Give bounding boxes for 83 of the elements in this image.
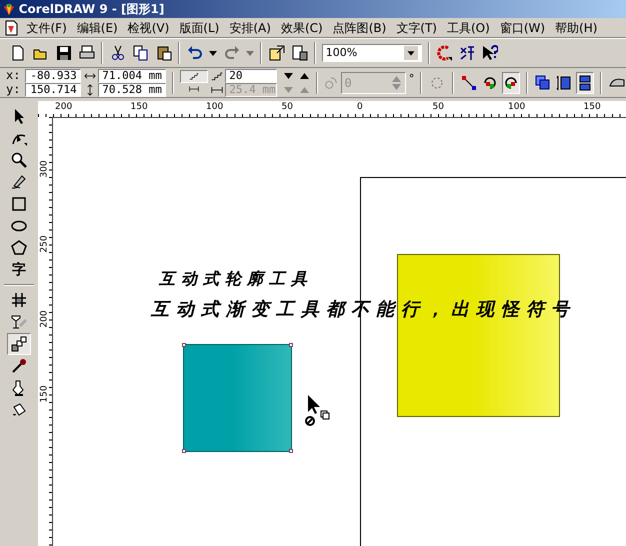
caret-icon [209, 50, 217, 56]
import-icon [268, 45, 284, 61]
steps-mode-button[interactable] [180, 70, 208, 82]
ruler-label: 50 [282, 102, 293, 112]
whats-this-help-icon [482, 45, 498, 61]
balloon-logo-icon [2, 2, 16, 16]
export-icon [292, 45, 308, 61]
menu-item[interactable]: 编辑(E) [72, 18, 123, 36]
spin-up-icon[interactable] [299, 72, 310, 80]
copy-icon [132, 45, 148, 61]
scissors-icon [110, 45, 126, 61]
selection-handle[interactable] [182, 343, 186, 347]
menu-item[interactable]: 安排(A) [224, 18, 276, 36]
ruler-label: 0 [357, 102, 363, 112]
x-coordinate-field[interactable]: -80.933 [24, 68, 81, 82]
rectangle-icon [11, 196, 27, 212]
zoom-value: 100% [326, 47, 358, 59]
blend-tool-button[interactable] [7, 333, 31, 355]
coordinate-label: y: [6, 83, 22, 96]
ruler-label: 100 [508, 102, 526, 112]
loop-icon [428, 74, 445, 90]
menu-item[interactable]: 帮助(H) [550, 18, 602, 36]
canvas-text: 互动式轮廓工具 [159, 268, 313, 290]
menu-item[interactable]: 检视(V) [122, 18, 174, 36]
selection-handle[interactable] [182, 449, 186, 453]
counterclockwise-blend-icon [502, 74, 519, 90]
clipboard-icon [156, 45, 172, 61]
selection-handle[interactable] [289, 449, 293, 453]
ruler-label: 300 [40, 160, 50, 178]
pencil-icon [11, 174, 27, 190]
steps-icon [210, 70, 222, 82]
zoom-dropdown[interactable]: 100% [322, 44, 422, 62]
counterclockwise-blend-button[interactable] [502, 72, 520, 94]
selection-handle[interactable] [289, 343, 293, 347]
blend-cursor-icon [305, 394, 331, 428]
redo-arrow-icon [224, 45, 240, 61]
overlapping-squares-icon [534, 74, 551, 90]
clockwise-blend-icon [482, 74, 498, 90]
eyedropper-icon [11, 358, 27, 374]
zoom-icon [11, 152, 27, 168]
y-coordinate-field[interactable]: 150.714 [24, 82, 81, 96]
new-document-icon [10, 45, 26, 61]
ruler-label: 200 [55, 102, 72, 112]
dropdown-caret-icon [404, 46, 418, 60]
coordinate-label: x: [6, 69, 22, 82]
stacked-blocks-icon [576, 74, 593, 90]
undo-arrow-icon [186, 45, 202, 61]
launcher-icon [436, 45, 452, 61]
text-tool-button[interactable]: 字 [7, 259, 31, 281]
stacked-blocks-button[interactable] [576, 72, 594, 94]
spin-down-icon[interactable] [282, 72, 294, 80]
degree-sign: ° [408, 71, 414, 88]
height-field[interactable]: 70.528 mm [98, 82, 166, 96]
blend-properties-icon [556, 74, 572, 90]
grid-icon [11, 292, 27, 308]
menu-item[interactable]: 点阵图(B) [328, 18, 392, 36]
ruler-label: 150 [130, 102, 148, 112]
caret-icon [246, 50, 254, 56]
steps-field[interactable]: 20 [225, 68, 278, 82]
menu-item[interactable]: 窗口(W) [494, 18, 550, 36]
blend-squares-icon [11, 336, 27, 352]
ellipse-icon [11, 218, 27, 234]
window-title: CorelDRAW 9 - [图形1] [18, 1, 164, 18]
rotation-icon [324, 76, 338, 90]
printer-icon [78, 45, 94, 61]
menu-item[interactable]: 工具(O) [442, 18, 495, 36]
pentagon-icon [11, 240, 27, 256]
ruler-label: 250 [40, 235, 50, 253]
menu-item[interactable]: 版面(L) [174, 18, 224, 36]
menu-item[interactable]: 文字(T) [391, 18, 442, 36]
paint-bucket-icon [11, 402, 27, 418]
ruler-label: 150 [584, 102, 601, 112]
menu-item[interactable]: 效果(C) [276, 18, 328, 36]
menu-item[interactable]: 文件(F) [22, 18, 72, 36]
direct-blend-icon [460, 74, 477, 90]
ruler-label: 200 [40, 310, 50, 328]
ruler-label: 150 [40, 385, 50, 403]
rotation-value: 0 [344, 76, 353, 88]
glass-icon [11, 314, 27, 330]
ruler-label: 100 [206, 102, 224, 112]
document-icon [2, 20, 19, 36]
width-field[interactable]: 71.004 mm [98, 68, 166, 82]
ruler-label: 50 [432, 102, 444, 112]
